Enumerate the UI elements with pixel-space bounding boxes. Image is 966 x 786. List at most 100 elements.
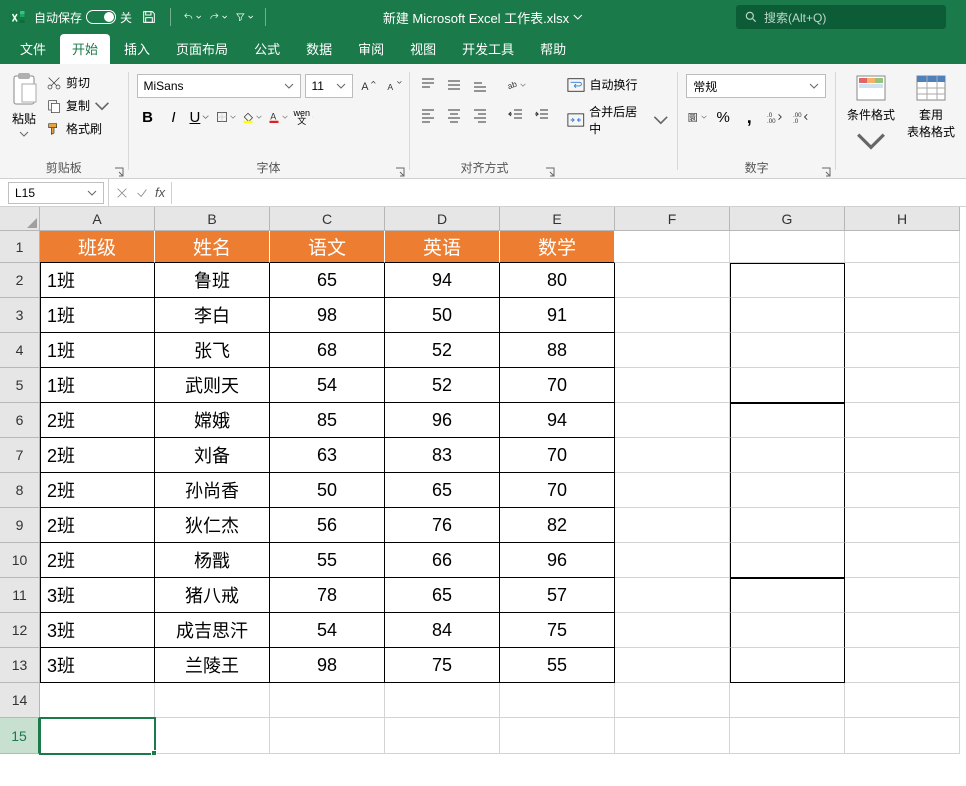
cell[interactable]: 数学: [500, 231, 615, 263]
align-top-button[interactable]: [417, 74, 439, 96]
cell[interactable]: [615, 298, 730, 333]
cell[interactable]: 2班: [40, 403, 155, 438]
cell[interactable]: 68: [270, 333, 385, 368]
cell[interactable]: [155, 683, 270, 718]
cell[interactable]: [615, 263, 730, 298]
cell[interactable]: [730, 438, 845, 473]
cell[interactable]: [615, 683, 730, 718]
cell[interactable]: [730, 231, 845, 263]
tab-help[interactable]: 帮助: [528, 34, 578, 64]
cell[interactable]: 2班: [40, 508, 155, 543]
cell[interactable]: 1班: [40, 333, 155, 368]
dialog-launcher-icon[interactable]: [821, 164, 833, 176]
cell[interactable]: 姓名: [155, 231, 270, 263]
comma-button[interactable]: ,: [738, 106, 760, 128]
cell[interactable]: 兰陵王: [155, 648, 270, 683]
merge-center-button[interactable]: 合并后居中: [567, 103, 669, 137]
row-header[interactable]: 6: [0, 403, 40, 438]
fx-icon[interactable]: fx: [155, 185, 165, 200]
tab-review[interactable]: 审阅: [346, 34, 396, 64]
row-header[interactable]: 7: [0, 438, 40, 473]
cell[interactable]: 54: [270, 613, 385, 648]
cell[interactable]: [615, 543, 730, 578]
tab-data[interactable]: 数据: [294, 34, 344, 64]
cell[interactable]: [615, 578, 730, 613]
cell[interactable]: 75: [500, 613, 615, 648]
cell[interactable]: 50: [270, 473, 385, 508]
cell[interactable]: 2班: [40, 438, 155, 473]
cell[interactable]: [845, 543, 960, 578]
cell[interactable]: 70: [500, 473, 615, 508]
cell[interactable]: 52: [385, 368, 500, 403]
copy-button[interactable]: 复制: [46, 97, 110, 114]
cell[interactable]: [730, 648, 845, 683]
row-header[interactable]: 13: [0, 648, 40, 683]
cell[interactable]: [730, 473, 845, 508]
column-header[interactable]: E: [500, 207, 615, 231]
tab-page-layout[interactable]: 页面布局: [164, 34, 240, 64]
redo-button[interactable]: [209, 8, 227, 26]
align-left-button[interactable]: [417, 104, 439, 126]
filter-button[interactable]: [235, 8, 253, 26]
cell[interactable]: [730, 718, 845, 754]
paste-button[interactable]: 粘贴: [8, 68, 40, 139]
cell[interactable]: 52: [385, 333, 500, 368]
cell[interactable]: [845, 508, 960, 543]
cell[interactable]: [270, 683, 385, 718]
cell[interactable]: 2班: [40, 543, 155, 578]
cell[interactable]: [730, 368, 845, 403]
bold-button[interactable]: B: [137, 106, 159, 128]
cell[interactable]: [730, 403, 845, 438]
cell[interactable]: 英语: [385, 231, 500, 263]
cell[interactable]: [500, 718, 615, 754]
column-header[interactable]: A: [40, 207, 155, 231]
column-header[interactable]: D: [385, 207, 500, 231]
dialog-launcher-icon[interactable]: [114, 164, 126, 176]
cell[interactable]: [845, 473, 960, 508]
cell[interactable]: 85: [270, 403, 385, 438]
cell[interactable]: [845, 298, 960, 333]
cell[interactable]: [845, 613, 960, 648]
cell[interactable]: [845, 718, 960, 754]
cell[interactable]: 狄仁杰: [155, 508, 270, 543]
tab-formulas[interactable]: 公式: [242, 34, 292, 64]
cell[interactable]: 98: [270, 298, 385, 333]
cell[interactable]: 82: [500, 508, 615, 543]
format-as-table-button[interactable]: 套用 表格格式: [904, 68, 958, 140]
fill-color-button[interactable]: [241, 106, 263, 128]
cell[interactable]: 96: [385, 403, 500, 438]
formula-input[interactable]: [171, 182, 966, 204]
cell[interactable]: 57: [500, 578, 615, 613]
tab-file[interactable]: 文件: [8, 34, 58, 64]
increase-indent-button[interactable]: [531, 104, 553, 126]
cell[interactable]: [155, 718, 270, 754]
cell[interactable]: [845, 231, 960, 263]
row-header[interactable]: 14: [0, 683, 40, 718]
cell[interactable]: 武则天: [155, 368, 270, 403]
cell[interactable]: [845, 263, 960, 298]
cell[interactable]: [385, 683, 500, 718]
cell[interactable]: 54: [270, 368, 385, 403]
cell[interactable]: [845, 648, 960, 683]
dialog-launcher-icon[interactable]: [395, 164, 407, 176]
cell[interactable]: 76: [385, 508, 500, 543]
cell[interactable]: 98: [270, 648, 385, 683]
italic-button[interactable]: I: [163, 106, 185, 128]
cell[interactable]: 94: [500, 403, 615, 438]
cell[interactable]: [845, 683, 960, 718]
align-right-button[interactable]: [469, 104, 491, 126]
orientation-button[interactable]: ab: [505, 74, 527, 96]
cell[interactable]: [845, 438, 960, 473]
cell[interactable]: 猪八戒: [155, 578, 270, 613]
cell[interactable]: 83: [385, 438, 500, 473]
cell[interactable]: [385, 718, 500, 754]
cell[interactable]: 班级: [40, 231, 155, 263]
cell[interactable]: [615, 613, 730, 648]
cell[interactable]: 张飞: [155, 333, 270, 368]
decrease-font-button[interactable]: A: [383, 75, 405, 97]
column-header[interactable]: G: [730, 207, 845, 231]
document-title[interactable]: 新建 Microsoft Excel 工作表.xlsx: [383, 8, 583, 27]
cell[interactable]: 杨戬: [155, 543, 270, 578]
cell[interactable]: 1班: [40, 263, 155, 298]
cell[interactable]: [845, 578, 960, 613]
